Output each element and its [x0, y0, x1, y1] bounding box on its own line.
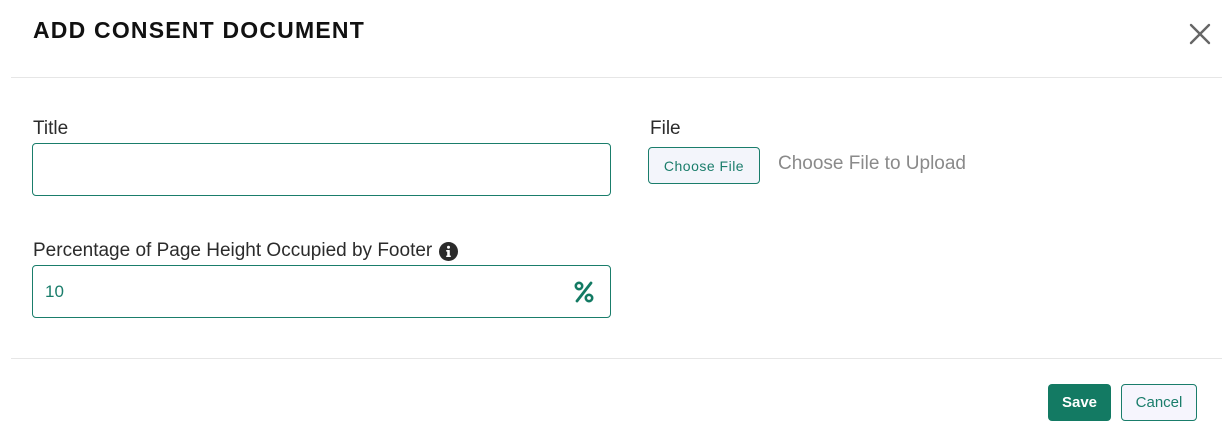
- cancel-button[interactable]: Cancel: [1121, 384, 1197, 421]
- save-button[interactable]: Save: [1048, 384, 1111, 421]
- title-label: Title: [33, 118, 69, 139]
- file-label: File: [650, 118, 681, 139]
- footer-percentage-label-row: Percentage of Page Height Occupied by Fo…: [33, 240, 459, 262]
- footer-percentage-input[interactable]: [32, 265, 611, 318]
- footer-percentage-label: Percentage of Page Height Occupied by Fo…: [33, 240, 433, 261]
- header-divider: [11, 77, 1222, 78]
- dialog-header: ADD CONSENT DOCUMENT: [0, 0, 1227, 78]
- close-button[interactable]: [1186, 20, 1214, 48]
- info-icon[interactable]: [439, 241, 459, 261]
- choose-file-button[interactable]: Choose File: [648, 147, 760, 184]
- percent-icon: [573, 279, 595, 305]
- footer-percentage-field: [32, 265, 611, 318]
- dialog-title: ADD CONSENT DOCUMENT: [33, 17, 365, 43]
- close-icon: [1189, 23, 1211, 45]
- file-status-text: Choose File to Upload: [778, 153, 966, 174]
- title-input[interactable]: [32, 143, 611, 196]
- footer-divider: [11, 358, 1222, 359]
